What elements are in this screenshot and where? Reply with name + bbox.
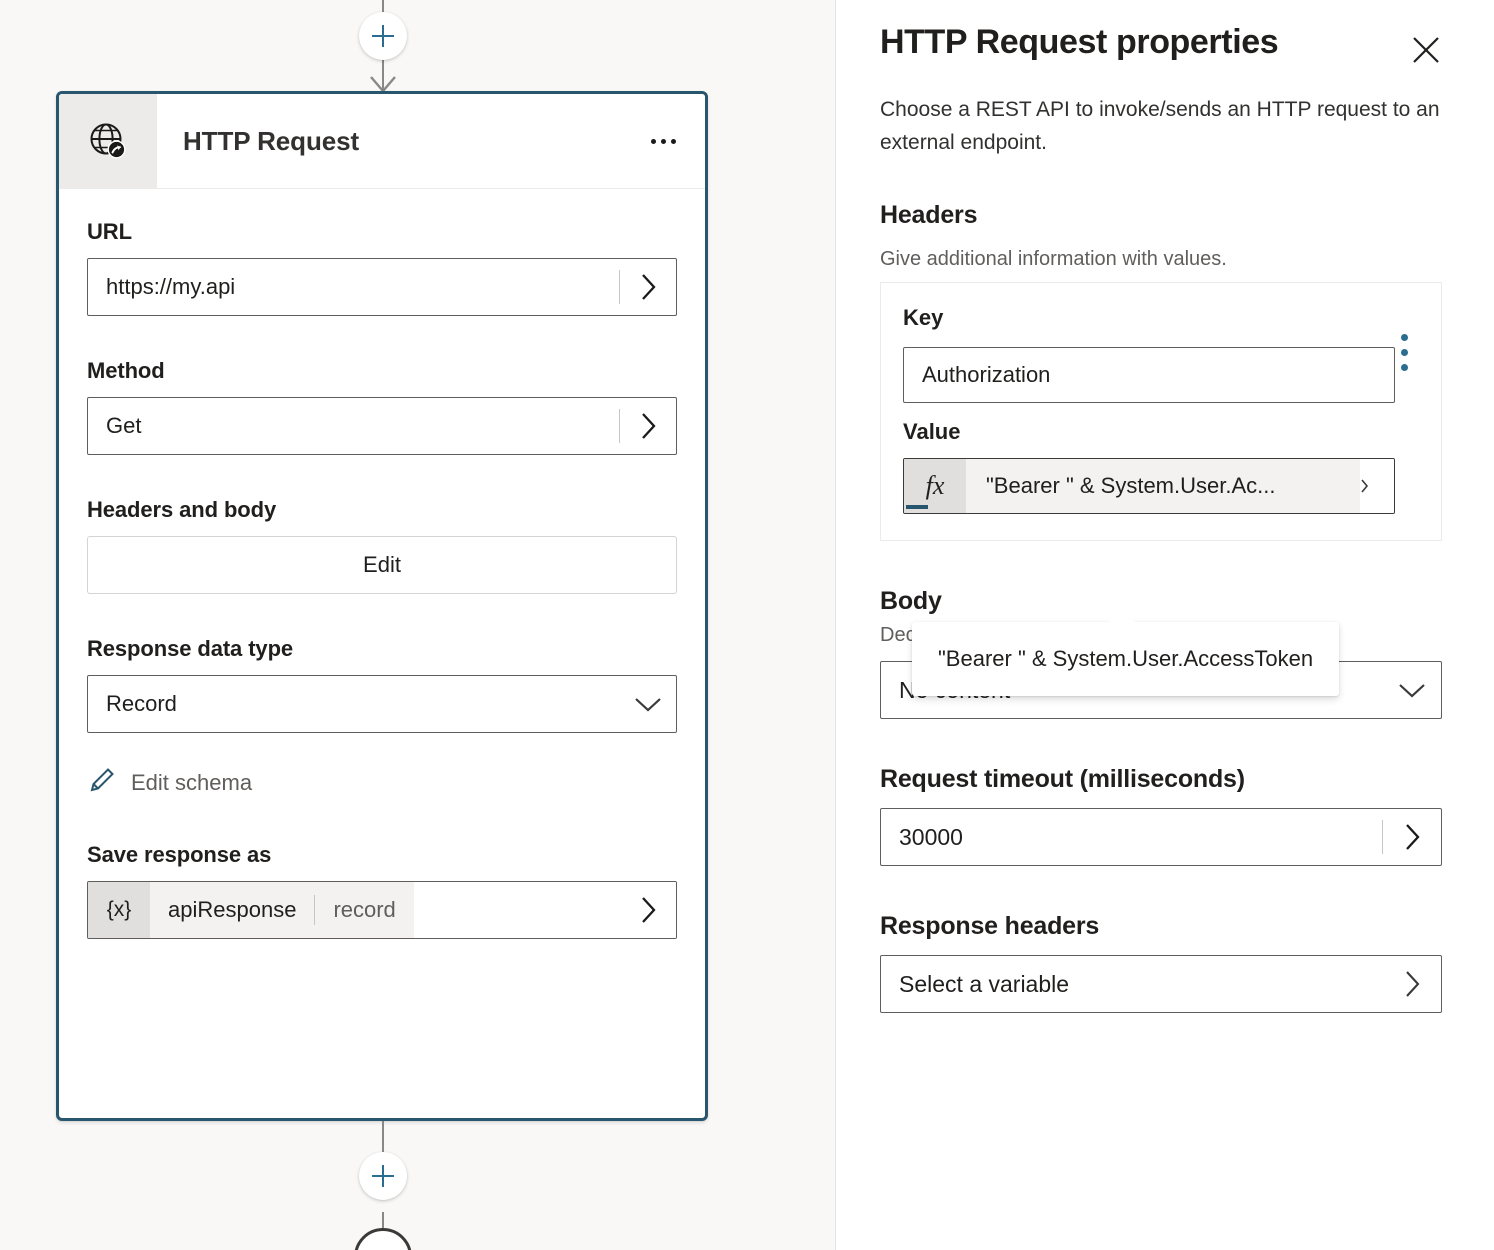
- kebab-dot: [1400, 348, 1408, 356]
- card-body: URL https://my.api Method Get Headers an…: [59, 189, 705, 939]
- variable-type: record: [333, 897, 396, 922]
- kebab-dot: [1400, 363, 1408, 371]
- connector-line-bottom-upper: [382, 1121, 384, 1152]
- url-input[interactable]: https://my.api: [87, 258, 677, 316]
- close-icon[interactable]: [1404, 28, 1448, 72]
- app-root: HTTP Request URL https://my.api Method G…: [0, 0, 1494, 1250]
- request-timeout-label: Request timeout (milliseconds): [880, 765, 1245, 794]
- ellipsis-dot: [670, 138, 676, 144]
- variable-name: apiResponse: [168, 897, 297, 922]
- headers-section-description: Give additional information with values.: [880, 248, 1227, 271]
- edit-headers-body-button[interactable]: Edit: [87, 536, 677, 594]
- panel-header: HTTP Request properties: [880, 0, 1442, 72]
- variable-spacer: [413, 882, 620, 938]
- method-open-chevron-icon[interactable]: [620, 398, 676, 454]
- headers-section-title: Headers: [880, 201, 978, 230]
- response-headers-open-chevron-icon[interactable]: [1383, 956, 1441, 1012]
- header-key-label: Key: [903, 305, 944, 331]
- plus-icon-vertical: [381, 1165, 385, 1187]
- card-more-options-icon[interactable]: [635, 113, 691, 169]
- globe-http-icon: [59, 94, 157, 189]
- obscured-control-dash: [906, 505, 928, 510]
- request-timeout-open-chevron-icon[interactable]: [1383, 809, 1441, 865]
- header-row-options-icon[interactable]: [1387, 325, 1421, 379]
- response-headers-value: Select a variable: [899, 970, 1070, 997]
- edit-schema-link[interactable]: Edit schema: [87, 765, 677, 800]
- plus-icon-vertical: [381, 25, 385, 47]
- variable-icon: {x}: [88, 882, 150, 938]
- headers-and-body-label: Headers and body: [87, 497, 277, 522]
- request-timeout-value: 30000: [899, 823, 963, 850]
- response-data-type-value: Record: [106, 691, 177, 716]
- method-value: Get: [106, 413, 142, 438]
- ellipsis-dot: [650, 138, 656, 144]
- panel-description: Choose a REST API to invoke/sends an HTT…: [880, 98, 1440, 154]
- response-data-type-select[interactable]: Record: [87, 675, 677, 733]
- kebab-dot: [1400, 333, 1408, 341]
- save-response-as-label: Save response as: [87, 842, 272, 867]
- response-headers-input[interactable]: Select a variable: [880, 955, 1442, 1014]
- ellipsis-dot: [660, 138, 666, 144]
- card-header: HTTP Request: [59, 94, 705, 189]
- formula-value-tooltip: "Bearer " & System.User.AccessToken: [912, 609, 1340, 696]
- fx-overflow-marker: [1360, 459, 1394, 514]
- response-data-type-label: Response data type: [87, 636, 294, 661]
- flow-canvas: HTTP Request URL https://my.api Method G…: [0, 0, 836, 1250]
- header-value-label: Value: [903, 419, 961, 445]
- card-title: HTTP Request: [183, 125, 360, 156]
- header-key-input[interactable]: Authorization: [903, 347, 1395, 404]
- method-input[interactable]: Get: [87, 397, 677, 455]
- save-response-open-chevron-icon[interactable]: [620, 882, 676, 938]
- chevron-down-icon: [620, 694, 676, 714]
- response-headers-label: Response headers: [880, 912, 1100, 941]
- edit-schema-label: Edit schema: [131, 769, 253, 795]
- add-step-button-bottom[interactable]: [359, 1152, 407, 1200]
- request-timeout-input[interactable]: 30000: [880, 808, 1442, 867]
- panel-title: HTTP Request properties: [880, 23, 1279, 61]
- pencil-icon: [87, 765, 117, 800]
- http-request-node-card[interactable]: HTTP Request URL https://my.api Method G…: [56, 91, 708, 1121]
- header-value-formula-input[interactable]: fx "Bearer " & System.User.Ac...: [903, 458, 1395, 515]
- header-value-text: "Bearer " & System.User.Ac...: [966, 459, 1360, 514]
- url-value: https://my.api: [106, 274, 236, 299]
- next-node-circle[interactable]: [354, 1228, 412, 1250]
- add-step-button-top[interactable]: [359, 12, 407, 60]
- header-row-container: Key Authorization Value fx "Bearer " & S…: [880, 282, 1442, 542]
- url-label: URL: [87, 219, 132, 244]
- url-open-chevron-icon[interactable]: [620, 259, 676, 315]
- method-label: Method: [87, 358, 165, 383]
- body-label: Body: [880, 587, 942, 616]
- save-response-as-variable-input[interactable]: {x} apiResponse record: [87, 881, 677, 939]
- chevron-down-icon: [1383, 680, 1441, 700]
